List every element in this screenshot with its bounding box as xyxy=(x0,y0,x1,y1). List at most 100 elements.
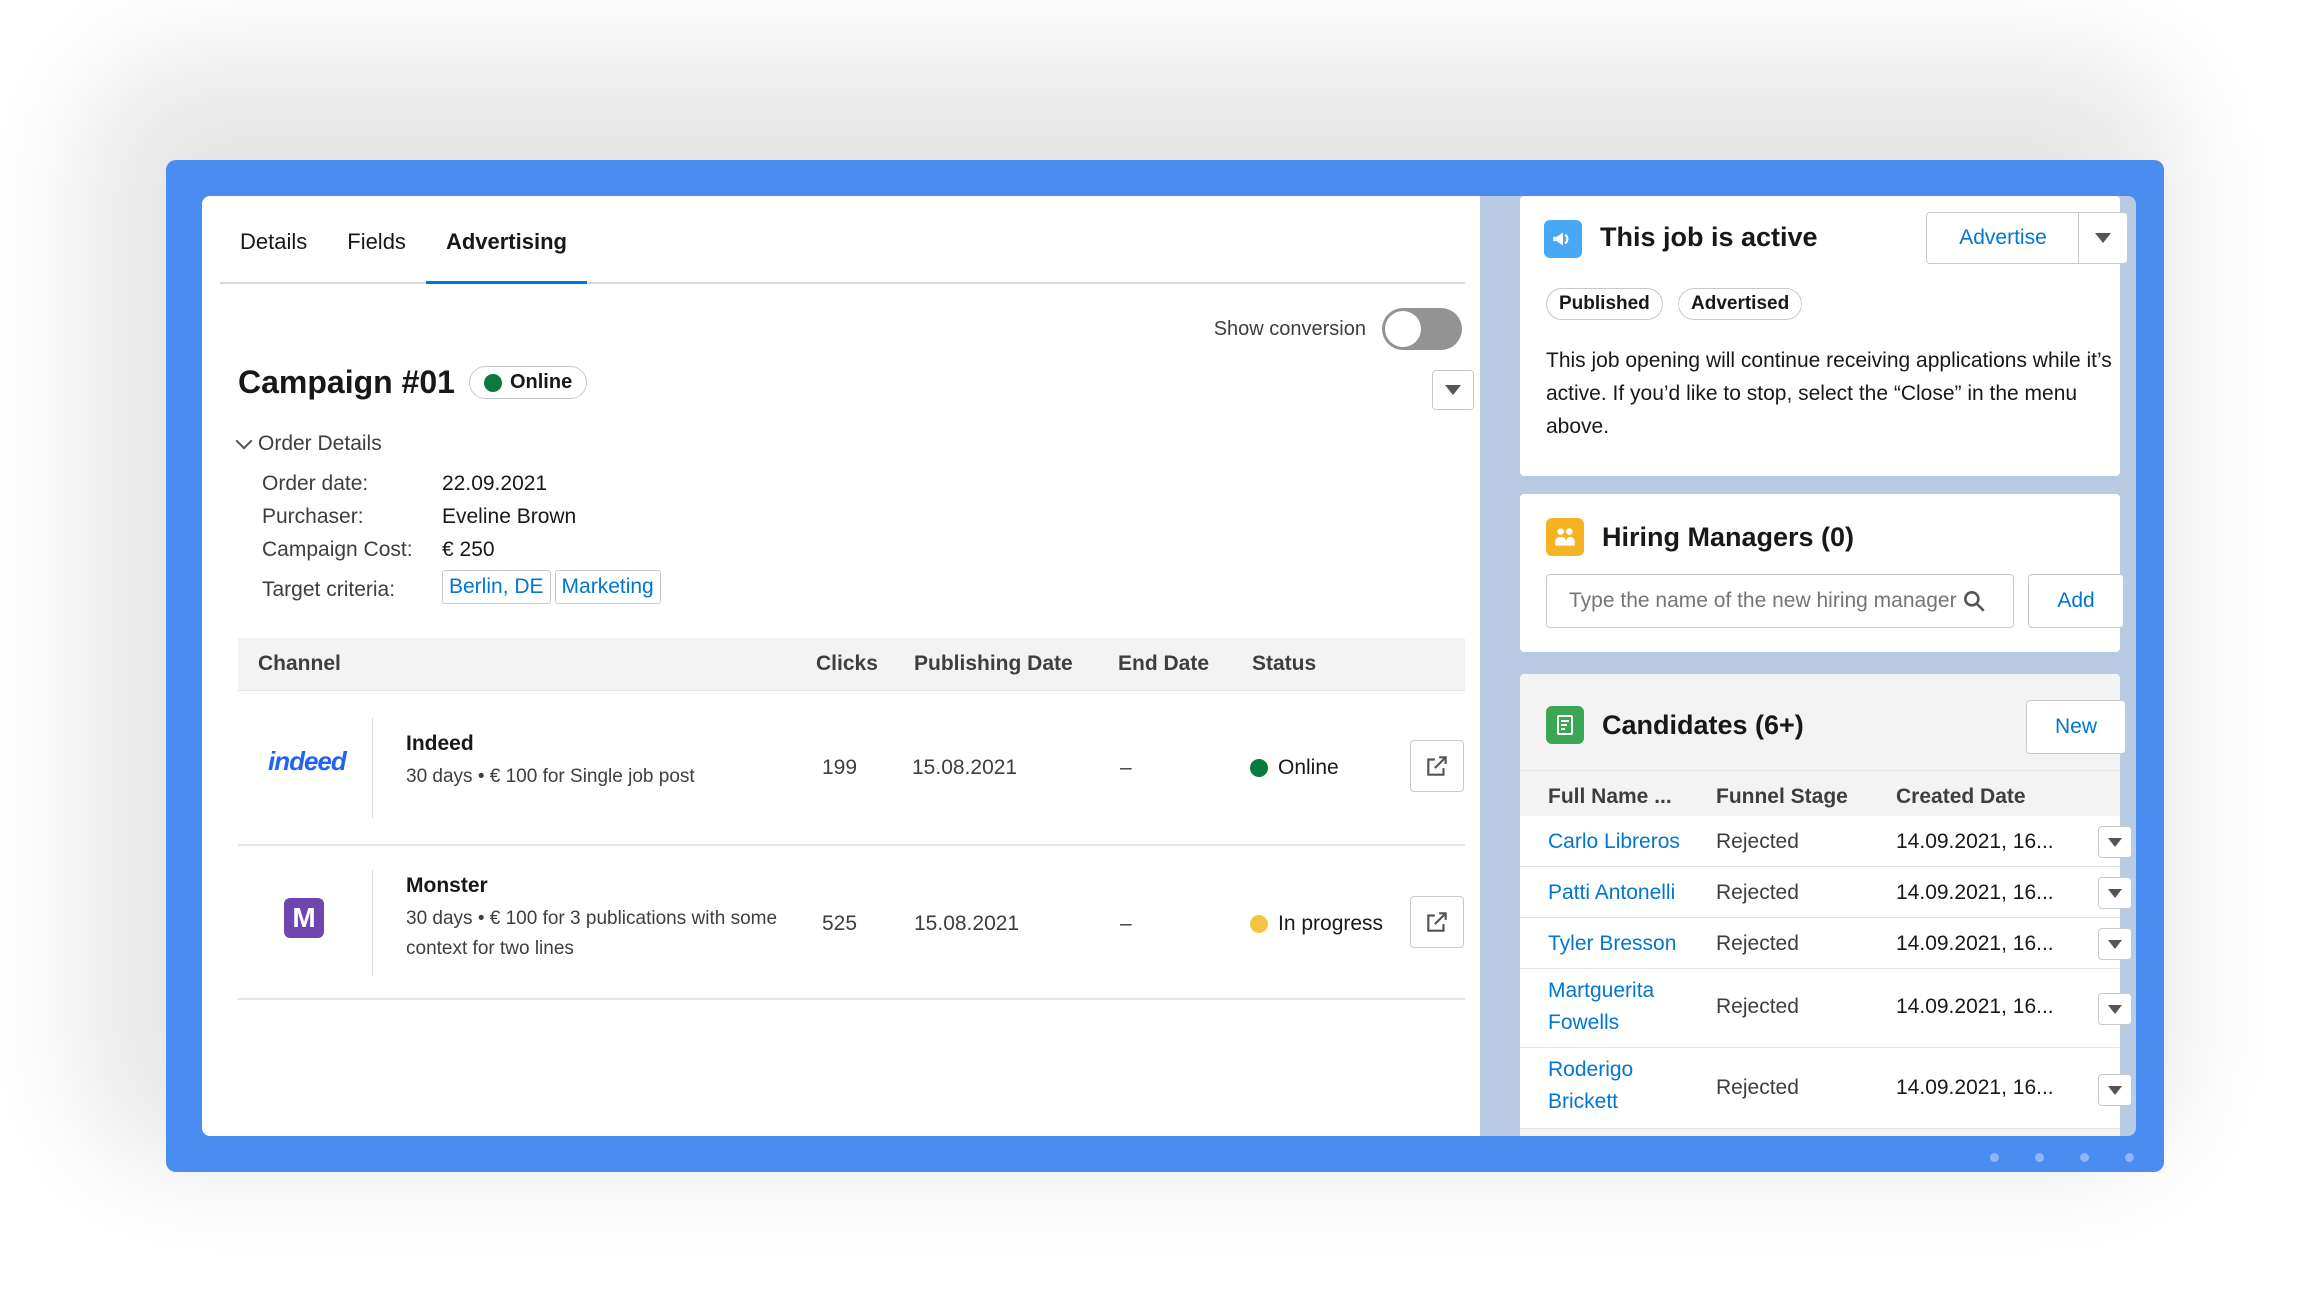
job-status-card: This job is active Advertise Published A… xyxy=(1520,196,2128,476)
candidate-document-icon xyxy=(1546,706,1584,744)
tab-bar: Details Fields Advertising xyxy=(220,196,1465,284)
chevron-down-icon xyxy=(2095,233,2111,243)
hiring-manager-search-input[interactable] xyxy=(1567,588,1961,614)
candidates-title: Candidates (6+) xyxy=(1602,710,1804,740)
advertising-panel: Details Fields Advertising Show conversi… xyxy=(202,196,1480,1136)
show-conversion-toggle[interactable] xyxy=(1382,308,1462,350)
campaign-status-badge: Online xyxy=(468,366,588,399)
chevron-down-icon xyxy=(2108,939,2122,949)
chevron-down-icon xyxy=(2108,888,2122,898)
tab-details[interactable]: Details xyxy=(220,196,327,282)
col-end-date: End Date xyxy=(1118,652,1210,675)
new-candidate-button[interactable]: New xyxy=(2026,700,2126,754)
row-menu-button[interactable] xyxy=(2098,826,2132,858)
channel-status: In progress xyxy=(1250,912,1383,936)
status-dot-icon xyxy=(483,373,502,392)
chevron-down-icon xyxy=(2108,837,2122,847)
order-date-label: Order date: xyxy=(262,472,369,495)
table-row: Carlo Libreros Rejected 14.09.2021, 16..… xyxy=(1520,816,2132,867)
campaign-cost-value: € 250 xyxy=(442,538,495,561)
col-created-date: Created Date xyxy=(1896,785,2026,808)
col-publishing-date: Publishing Date xyxy=(914,652,1073,675)
chevron-down-icon xyxy=(2108,1085,2122,1095)
row-menu-button[interactable] xyxy=(2098,928,2132,960)
row-menu-button[interactable] xyxy=(2098,1074,2132,1106)
channel-status-text: Online xyxy=(1278,756,1339,779)
order-date-value: 22.09.2021 xyxy=(442,472,548,495)
campaign-status-text: Online xyxy=(509,371,573,393)
candidate-stage: Rejected xyxy=(1716,995,1799,1018)
clicks-value: 199 xyxy=(822,756,858,779)
candidate-name-link[interactable]: Roderigo Brickett xyxy=(1548,1054,1698,1118)
channel-description: 30 days • € 100 for Single job post xyxy=(406,766,695,787)
col-status: Status xyxy=(1252,652,1317,675)
target-criterion-location[interactable]: Berlin, DE xyxy=(442,570,551,604)
chevron-down-icon xyxy=(2108,1004,2122,1014)
job-sidebar: This job is active Advertise Published A… xyxy=(1480,196,2136,1136)
advertise-menu-button[interactable] xyxy=(2078,212,2128,264)
candidate-stage: Rejected xyxy=(1716,932,1799,955)
table-row: M Monster 30 days • € 100 for 3 publicat… xyxy=(238,846,1465,1000)
row-menu-button[interactable] xyxy=(2098,877,2132,909)
external-link-icon xyxy=(1427,912,1447,932)
status-dot-icon xyxy=(1250,759,1268,777)
candidate-name-link[interactable]: Carlo Libreros xyxy=(1548,826,1680,858)
table-row: Patti Antonelli Rejected 14.09.2021, 16.… xyxy=(1520,867,2132,918)
candidate-stage: Rejected xyxy=(1716,1076,1799,1099)
channel-name: Monster xyxy=(406,874,488,897)
end-date-value: – xyxy=(1120,912,1132,935)
publishing-date-value: 15.08.2021 xyxy=(912,756,1018,779)
purchaser-label: Purchaser: xyxy=(262,505,364,528)
campaign-title: Campaign #01 xyxy=(238,364,455,400)
status-dot-icon xyxy=(1250,915,1268,933)
col-full-name: Full Name ... xyxy=(1548,785,1672,808)
hiring-managers-card: Hiring Managers (0) Add xyxy=(1520,494,2124,652)
candidate-created-date: 14.09.2021, 16... xyxy=(1896,1076,2054,1099)
candidate-name-link[interactable]: Martguerita Fowells xyxy=(1548,975,1698,1039)
show-conversion: Show conversion xyxy=(1214,308,1462,350)
channel-name: Indeed xyxy=(406,732,474,755)
purchaser-value: Eveline Brown xyxy=(442,505,577,528)
table-row: Tyler Bresson Rejected 14.09.2021, 16... xyxy=(1520,918,2132,969)
candidate-name-link[interactable]: Tyler Bresson xyxy=(1548,928,1676,960)
open-external-button[interactable] xyxy=(1410,740,1464,792)
candidates-card: Candidates (6+) New Full Name ... Funnel… xyxy=(1520,674,2132,1136)
order-details-label: Order Details xyxy=(258,432,382,455)
col-clicks: Clicks xyxy=(816,652,878,675)
megaphone-icon xyxy=(1544,220,1582,258)
table-row: Roderigo Brickett Rejected 14.09.2021, 1… xyxy=(1520,1048,2132,1129)
campaign-menu-button[interactable] xyxy=(1432,370,1474,410)
target-criteria-label: Target criteria: xyxy=(262,578,396,601)
advertised-badge: Advertised xyxy=(1678,288,1803,320)
job-status-description: This job opening will continue receiving… xyxy=(1546,349,2112,438)
hiring-manager-search xyxy=(1546,574,2014,628)
open-external-button[interactable] xyxy=(1410,896,1464,948)
candidate-created-date: 14.09.2021, 16... xyxy=(1896,995,2054,1018)
tab-fields[interactable]: Fields xyxy=(327,196,426,282)
campaign-cost-label: Campaign Cost: xyxy=(262,538,413,561)
channel-status: Online xyxy=(1250,756,1339,780)
published-badge: Published xyxy=(1546,288,1663,320)
monster-logo: M xyxy=(284,898,324,938)
add-hiring-manager-button[interactable]: Add xyxy=(2028,574,2124,628)
chevron-down-icon xyxy=(235,432,253,450)
advertise-button[interactable]: Advertise xyxy=(1926,212,2080,264)
search-icon xyxy=(1964,591,1985,612)
indeed-logo: indeed xyxy=(268,746,347,776)
channel-description: 30 days • € 100 for 3 publications with … xyxy=(406,908,778,959)
order-details-toggle[interactable]: Order Details xyxy=(235,432,382,456)
tab-advertising[interactable]: Advertising xyxy=(425,196,587,284)
clicks-value: 525 xyxy=(822,912,858,935)
row-menu-button[interactable] xyxy=(2098,993,2132,1025)
col-funnel-stage: Funnel Stage xyxy=(1716,785,1848,808)
divider xyxy=(372,870,373,976)
candidate-created-date: 14.09.2021, 16... xyxy=(1896,881,2054,904)
col-channel: Channel xyxy=(258,652,341,675)
chevron-down-icon xyxy=(1445,385,1461,395)
publishing-date-value: 15.08.2021 xyxy=(914,912,1020,935)
people-icon xyxy=(1546,518,1584,556)
candidate-name-link[interactable]: Patti Antonelli xyxy=(1548,877,1675,909)
channels-table-header: Channel Clicks Publishing Date End Date … xyxy=(238,638,1465,691)
target-criteria-list: Berlin, DE Marketing xyxy=(442,570,665,604)
target-criterion-department[interactable]: Marketing xyxy=(554,570,661,604)
